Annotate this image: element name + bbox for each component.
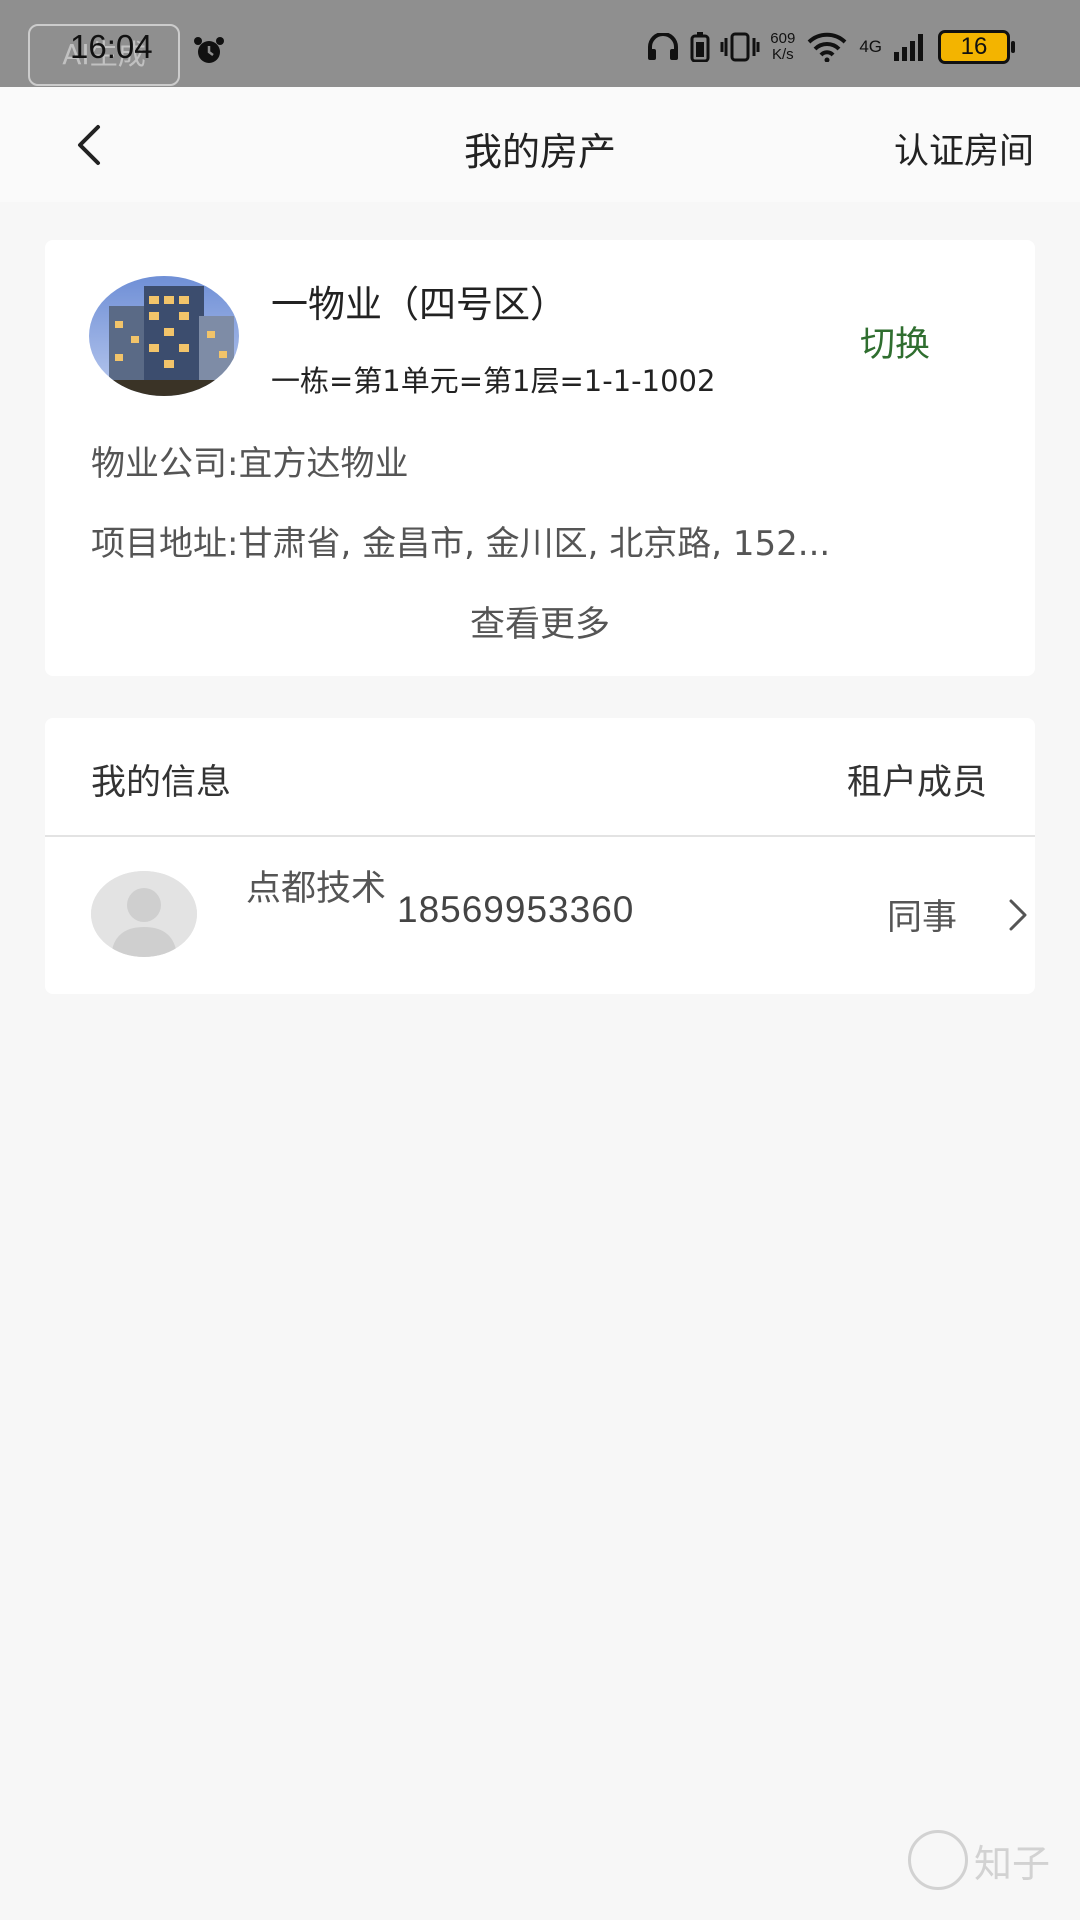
building-image [89, 276, 239, 396]
tenant-members-button[interactable]: 租户成员 [847, 754, 987, 805]
vibrate-icon [720, 32, 760, 62]
my-info-card: 我的信息 租户成员 点都技术 18569953360 同事 [45, 718, 1035, 994]
watermark-logo-icon [907, 1830, 968, 1890]
property-unit: 一栋=第1单元=第1层=1-1-1002 [271, 364, 716, 398]
net-speed-value: 609 [770, 30, 796, 47]
alarm-icon [194, 37, 224, 63]
list-item[interactable]: 点都技术 18569953360 同事 [45, 837, 1035, 994]
member-relation: 同事 [887, 898, 958, 938]
avatar [91, 871, 197, 957]
status-bar: AI生成 16:04 609 K/s 4G 16 [0, 0, 1080, 87]
headphones-icon [648, 33, 679, 60]
signal-icon [894, 34, 923, 61]
chevron-right-icon [1009, 899, 1027, 931]
watermark-text: 知子 [973, 1841, 1050, 1886]
switch-property-button[interactable]: 切换 [860, 316, 930, 367]
net-speed: 609 K/s [770, 31, 795, 63]
member-name: 点都技术 [245, 869, 386, 909]
nav-bar: 我的房产 认证房间 [0, 87, 1080, 202]
verify-room-button[interactable]: 认证房间 [894, 123, 1034, 174]
wifi-icon [807, 32, 847, 62]
property-company: 物业公司:宜方达物业 [91, 444, 409, 484]
status-time: 16:04 [70, 28, 153, 65]
view-more-button[interactable]: 查看更多 [45, 596, 1035, 647]
my-info-header: 我的信息 租户成员 [45, 718, 1035, 837]
status-icons: 609 K/s 4G 16 [646, 30, 1015, 64]
network-type: 4G [859, 37, 882, 56]
member-phone: 18569953360 [397, 889, 635, 930]
battery-saver-icon [690, 32, 710, 62]
watermark: 知子 [907, 1830, 1050, 1890]
property-card: 一物业（四号区） 一栋=第1单元=第1层=1-1-1002 切换 物业公司:宜方… [45, 240, 1035, 676]
net-speed-unit: K/s [771, 46, 794, 63]
property-name: 一物业（四号区） [271, 283, 567, 326]
property-address: 项目地址:甘肃省, 金昌市, 金川区, 北京路, 152... [91, 524, 831, 564]
my-info-title: 我的信息 [91, 763, 232, 803]
battery-indicator: 16 [938, 30, 1015, 64]
